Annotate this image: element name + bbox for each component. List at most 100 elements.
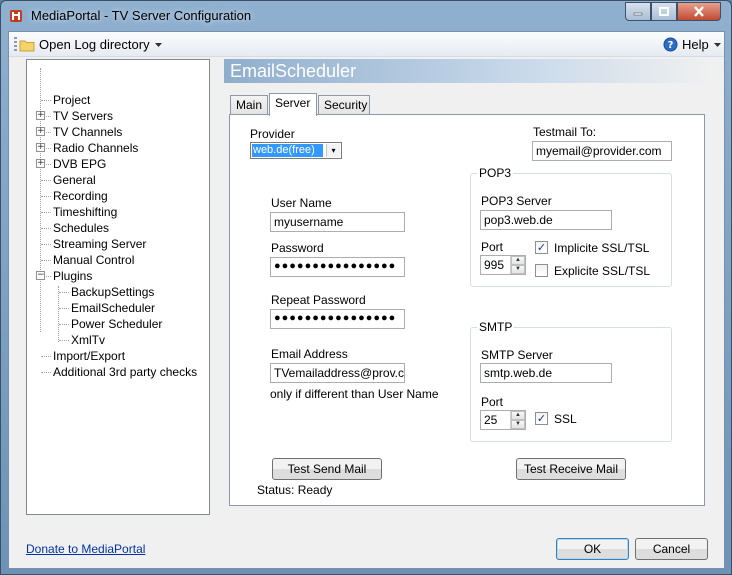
- tree-item-label: Project: [53, 93, 91, 107]
- menu-bar: Open Log directory ? Help: [9, 32, 724, 57]
- close-icon: [694, 6, 704, 17]
- minimize-icon: [633, 12, 643, 15]
- ok-button[interactable]: OK: [556, 538, 629, 560]
- testmail-label: Testmail To:: [533, 125, 597, 139]
- svg-text:?: ?: [668, 40, 674, 51]
- password-label: Password: [271, 241, 324, 255]
- smtp-group-title: SMTP: [477, 320, 515, 334]
- open-log-directory-label: Open Log directory: [39, 37, 150, 52]
- section-header: EmailScheduler: [224, 59, 710, 83]
- chevron-down-icon: [713, 42, 721, 47]
- smtp-server-label: SMTP Server: [481, 348, 553, 362]
- smtp-ssl-label: SSL: [554, 412, 577, 426]
- tree-item-label: Timeshifting: [53, 205, 118, 219]
- stepper-up-icon[interactable]: ▲: [511, 411, 525, 420]
- test-send-mail-button[interactable]: Test Send Mail: [272, 458, 382, 480]
- stepper-buttons: ▲ ▼: [510, 411, 525, 429]
- pop3-server-label: POP3 Server: [481, 194, 552, 208]
- donate-link[interactable]: Donate to MediaPortal: [26, 542, 145, 556]
- tree-item-label: DVB EPG: [53, 157, 107, 171]
- stepper-up-icon[interactable]: ▲: [511, 256, 525, 265]
- explicit-ssl-checkbox[interactable]: [535, 264, 548, 277]
- smtp-server-input[interactable]: smtp.web.de: [480, 363, 612, 383]
- status-text: Status: Ready: [257, 483, 333, 497]
- tab-security[interactable]: Security: [318, 95, 370, 115]
- smtp-group: SMTP SMTP Server smtp.web.de Port 25 ▲ ▼…: [470, 320, 672, 442]
- help-label: Help: [682, 37, 709, 52]
- tab-server[interactable]: Server: [269, 93, 317, 116]
- tree-connector: [58, 286, 59, 342]
- close-button[interactable]: [677, 2, 721, 21]
- tree-item-label: EmailScheduler: [71, 301, 156, 315]
- tree-item-label: TV Servers: [53, 109, 114, 123]
- section-title: EmailScheduler: [230, 61, 357, 81]
- client-area: Open Log directory ? Help Project + TV S…: [8, 31, 725, 569]
- tree-item-label: TV Channels: [53, 125, 123, 139]
- tree-item-label: Import/Export: [53, 349, 126, 363]
- stepper-buttons: ▲ ▼: [510, 256, 525, 274]
- main-window: MediaPortal - TV Server Configuration Op…: [0, 0, 732, 575]
- email-address-input[interactable]: TVemailaddress@prov.com: [270, 363, 405, 383]
- repeat-password-input[interactable]: ●●●●●●●●●●●●●●●●: [270, 309, 405, 329]
- help-icon: ?: [663, 37, 678, 52]
- title-bar[interactable]: MediaPortal - TV Server Configuration: [1, 1, 731, 31]
- smtp-port-stepper[interactable]: 25 ▲ ▼: [480, 410, 526, 430]
- window-title: MediaPortal - TV Server Configuration: [31, 8, 252, 23]
- navigation-tree[interactable]: Project + TV Servers + TV Channels + Rad…: [26, 59, 210, 515]
- mediaportal-app-icon: [10, 10, 22, 22]
- expand-icon[interactable]: +: [36, 159, 45, 168]
- collapse-icon[interactable]: −: [36, 271, 45, 280]
- smtp-port-label: Port: [481, 395, 504, 409]
- email-hint-text: only if different than User Name: [270, 387, 439, 401]
- expand-icon[interactable]: +: [36, 127, 45, 136]
- smtp-ssl-checkbox[interactable]: ✓: [535, 412, 548, 425]
- pop3-port-value: 995: [484, 258, 505, 272]
- tree-item-label: Recording: [53, 189, 108, 203]
- email-address-label: Email Address: [271, 347, 348, 361]
- username-label: User Name: [271, 196, 332, 210]
- tree-item-label: Streaming Server: [53, 237, 147, 251]
- expand-icon[interactable]: +: [36, 111, 45, 120]
- tree-item-label: Schedules: [53, 221, 110, 235]
- minimize-button[interactable]: [625, 2, 651, 21]
- maximize-icon: [659, 7, 669, 16]
- provider-label: Provider: [250, 127, 295, 141]
- username-input[interactable]: myusername: [270, 212, 405, 232]
- maximize-button[interactable]: [651, 2, 677, 21]
- testmail-input[interactable]: myemail@provider.com: [532, 141, 672, 161]
- stepper-down-icon[interactable]: ▼: [511, 265, 525, 274]
- chevron-down-icon: [154, 42, 162, 47]
- pop3-port-label: Port: [481, 240, 504, 254]
- test-receive-mail-button[interactable]: Test Receive Mail: [516, 458, 626, 480]
- password-input[interactable]: ●●●●●●●●●●●●●●●●: [270, 257, 405, 277]
- tree-item-label: Manual Control: [53, 253, 135, 267]
- provider-selected-value: web.de(free): [251, 143, 324, 158]
- expand-icon[interactable]: +: [36, 143, 45, 152]
- open-log-directory-menu[interactable]: Open Log directory: [19, 35, 163, 54]
- smtp-port-value: 25: [484, 413, 498, 427]
- pop3-group-title: POP3: [477, 166, 514, 180]
- tree-connector: [40, 68, 41, 332]
- pop3-group: POP3 POP3 Server pop3.web.de Port 995 ▲ …: [470, 166, 672, 287]
- provider-dropdown[interactable]: web.de(free) ▾: [250, 142, 342, 159]
- help-menu[interactable]: ? Help: [663, 35, 722, 54]
- tree-item-label: Additional 3rd party checks: [53, 365, 198, 379]
- implicit-ssl-label: Implicite SSL/TSL: [554, 241, 650, 255]
- tree-item-label: Radio Channels: [53, 141, 139, 155]
- pop3-port-stepper[interactable]: 995 ▲ ▼: [480, 255, 526, 275]
- pop3-server-input[interactable]: pop3.web.de: [480, 210, 612, 230]
- menu-grip[interactable]: [14, 37, 17, 52]
- server-tab-panel: Provider web.de(free) ▾ Testmail To: mye…: [229, 114, 705, 506]
- explicit-ssl-label: Explicite SSL/TSL: [554, 264, 651, 278]
- cancel-button[interactable]: Cancel: [635, 538, 708, 560]
- tree-item-label: General: [53, 173, 96, 187]
- dropdown-arrow-icon[interactable]: ▾: [326, 144, 340, 157]
- tab-main[interactable]: Main: [230, 95, 268, 115]
- implicit-ssl-checkbox[interactable]: ✓: [535, 241, 548, 254]
- tree-item-label: Power Scheduler: [71, 317, 163, 331]
- stepper-down-icon[interactable]: ▼: [511, 420, 525, 429]
- tree-item-label: BackupSettings: [71, 285, 155, 299]
- repeat-password-label: Repeat Password: [271, 293, 366, 307]
- tree-item-label: Plugins: [53, 269, 93, 283]
- folder-icon: [19, 40, 35, 51]
